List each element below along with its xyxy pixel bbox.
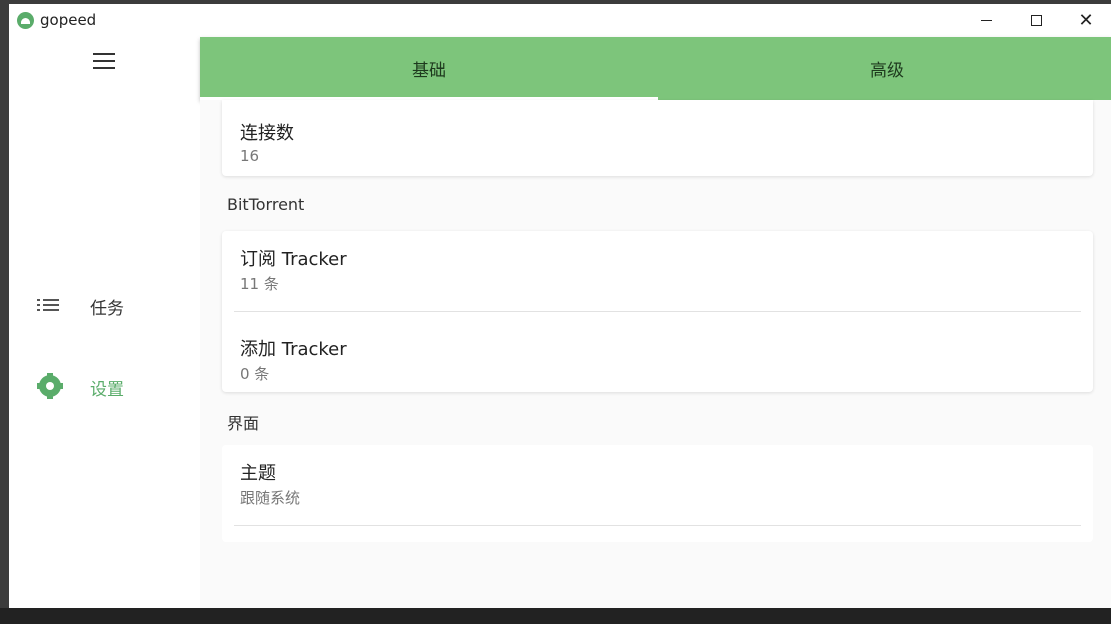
setting-value: 11 条 — [240, 275, 279, 293]
setting-title: 订阅 Tracker — [240, 249, 347, 270]
setting-title: 添加 Tracker — [240, 339, 347, 360]
divider — [234, 525, 1081, 526]
taskbar — [0, 608, 1111, 624]
close-icon: ✕ — [1078, 10, 1094, 31]
tab-basic[interactable]: 基础 — [200, 37, 658, 100]
tab-label: 基础 — [412, 61, 446, 81]
sidebar-item-tasks[interactable]: 任务 — [9, 285, 200, 325]
sidebar-item-settings[interactable]: 设置 — [9, 366, 200, 406]
subscribe-tracker-setting[interactable]: 订阅 Tracker 11 条 — [240, 245, 347, 294]
connections-setting[interactable]: 连接数 16 — [240, 119, 294, 165]
settings-content: 连接数 16 BitTorrent 订阅 Tracker 11 条 添加 Tra… — [200, 100, 1111, 608]
sidebar-item-label: 任务 — [90, 299, 124, 319]
setting-value: 16 — [240, 147, 260, 165]
app-title: gopeed — [40, 11, 97, 29]
divider — [234, 311, 1081, 312]
section-label-bittorrent: BitTorrent — [227, 195, 305, 214]
minimize-button[interactable] — [961, 4, 1011, 37]
maximize-icon — [1030, 15, 1042, 26]
tab-bar: 基础 高级 — [200, 37, 1111, 100]
title-bar: gopeed ✕ — [9, 4, 1111, 37]
setting-value: 跟随系统 — [240, 489, 301, 507]
section-label-interface: 界面 — [227, 414, 260, 433]
maximize-button[interactable] — [1011, 4, 1061, 37]
sidebar-item-label: 设置 — [90, 380, 124, 400]
settings-card-connections: 连接数 16 — [222, 100, 1093, 176]
setting-title: 主题 — [240, 463, 276, 484]
hamburger-icon[interactable] — [93, 53, 115, 69]
close-button[interactable]: ✕ — [1061, 4, 1111, 37]
app-logo-icon — [17, 12, 34, 29]
add-tracker-setting[interactable]: 添加 Tracker 0 条 — [240, 335, 347, 384]
settings-card-bittorrent: 订阅 Tracker 11 条 添加 Tracker 0 条 — [222, 231, 1093, 392]
setting-title: 连接数 — [240, 123, 294, 144]
settings-card-interface: 主题 跟随系统 — [222, 445, 1093, 542]
app-window: gopeed ✕ 任务 设置 基础 高级 连接数 16 BitTorrent 订… — [9, 4, 1111, 608]
sidebar: 任务 设置 — [9, 37, 200, 608]
setting-value: 0 条 — [240, 365, 270, 383]
tab-label: 高级 — [870, 61, 904, 81]
tab-advanced[interactable]: 高级 — [658, 37, 1111, 100]
minimize-icon — [980, 20, 992, 21]
list-icon — [37, 295, 59, 315]
theme-setting[interactable]: 主题 跟随系统 — [240, 459, 300, 508]
gear-icon — [37, 373, 63, 399]
